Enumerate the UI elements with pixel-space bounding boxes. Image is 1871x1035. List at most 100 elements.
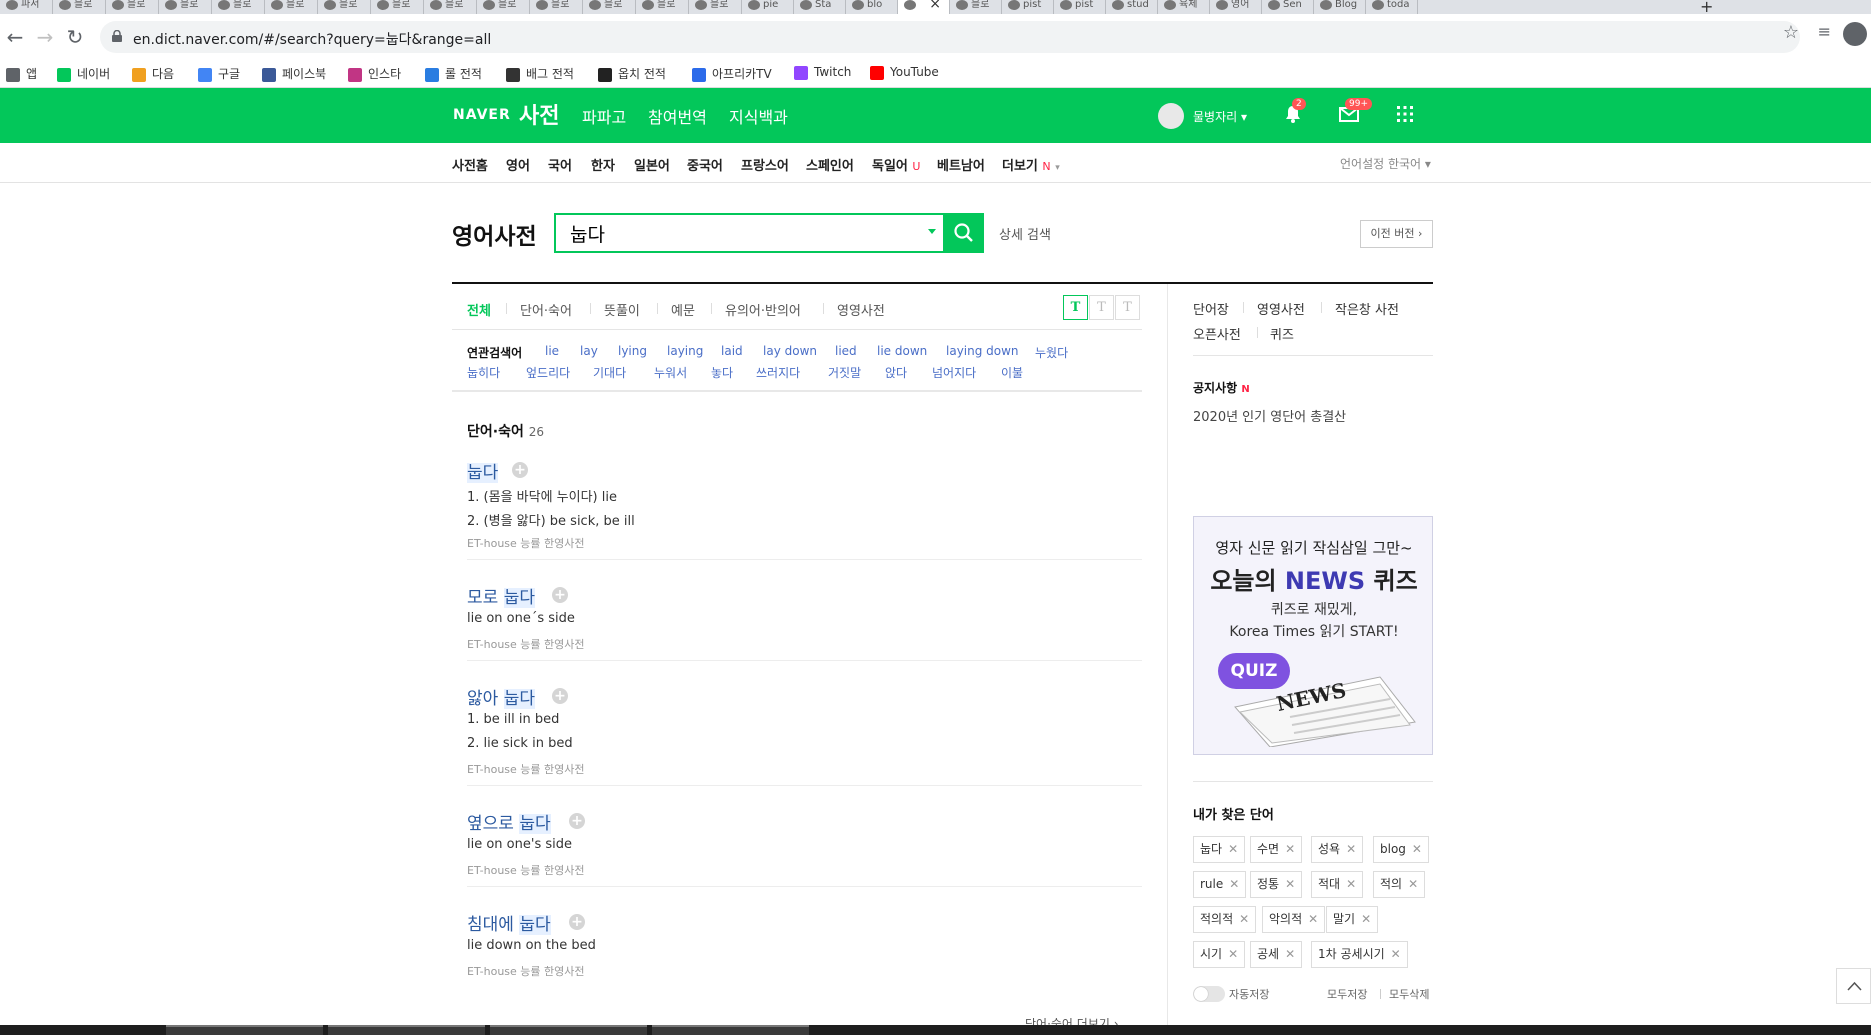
recent-word-chip[interactable]: 공세 ✕ bbox=[1250, 941, 1303, 968]
bookmark-item[interactable]: Twitch bbox=[794, 65, 851, 80]
link-mini-dict[interactable]: 작은창 사전 bbox=[1335, 299, 1399, 318]
recent-word-chip[interactable]: 적의 ✕ bbox=[1373, 871, 1426, 898]
recent-word-chip[interactable]: 악의적 ✕ bbox=[1262, 906, 1326, 933]
lnb-home[interactable]: 사전홈 bbox=[452, 155, 488, 174]
address-bar[interactable]: en.dict.naver.com/#/search?query=눕다&rang… bbox=[100, 21, 1800, 53]
new-tab-icon[interactable]: + bbox=[1700, 0, 1713, 14]
close-icon[interactable]: ✕ bbox=[1361, 912, 1371, 926]
browser-tab[interactable]: 블로 bbox=[106, 0, 159, 14]
close-icon[interactable]: × bbox=[929, 0, 941, 11]
related-search-link[interactable]: laying down bbox=[946, 344, 1019, 358]
add-to-wordbook-icon[interactable]: + bbox=[552, 688, 568, 704]
dict-service-logo[interactable]: 사전 bbox=[519, 98, 559, 130]
bookmark-item[interactable]: 다음 bbox=[132, 65, 174, 82]
browser-tab[interactable]: 블로 bbox=[159, 0, 212, 14]
avatar[interactable] bbox=[1158, 103, 1184, 129]
bookmark-item[interactable]: 아프리카TV bbox=[692, 65, 772, 82]
related-search-link[interactable]: 거짓말 bbox=[828, 364, 861, 381]
auto-save-toggle[interactable] bbox=[1193, 986, 1225, 1002]
bookmark-star-icon[interactable]: ☆ bbox=[1783, 22, 1799, 43]
entry-source[interactable]: ET-house 능률 한영사전 bbox=[467, 761, 585, 777]
browser-tab[interactable]: 블로 bbox=[636, 0, 689, 14]
related-search-link[interactable]: 누웠다 bbox=[1035, 344, 1068, 361]
news-quiz-banner[interactable]: 영자 신문 읽기 작심삼일 그만~ 오늘의 NEWS 퀴즈 퀴즈로 재밌게, K… bbox=[1193, 516, 1433, 755]
close-icon[interactable]: ✕ bbox=[1285, 947, 1295, 961]
tab-meanings[interactable]: 뜻풀이 bbox=[604, 300, 640, 319]
recent-word-chip[interactable]: 적대 ✕ bbox=[1311, 871, 1364, 898]
close-icon[interactable]: ✕ bbox=[1346, 877, 1356, 891]
related-search-link[interactable]: 눕히다 bbox=[467, 364, 500, 381]
browser-tab[interactable]: 블로 bbox=[318, 0, 371, 14]
related-search-link[interactable]: lie down bbox=[877, 344, 927, 358]
browser-tab[interactable]: 블로 bbox=[689, 0, 742, 14]
search-input[interactable] bbox=[570, 221, 910, 245]
add-to-wordbook-icon[interactable]: + bbox=[569, 813, 585, 829]
related-search-link[interactable]: 이불 bbox=[1001, 364, 1023, 381]
browser-tab[interactable]: 블로 bbox=[265, 0, 318, 14]
user-menu[interactable]: 물병자리 ▾ bbox=[1193, 108, 1247, 125]
tab-english-english[interactable]: 영영사전 bbox=[837, 300, 885, 319]
browser-tab[interactable]: 블로 bbox=[950, 0, 1002, 14]
add-to-wordbook-icon[interactable]: + bbox=[569, 914, 585, 930]
close-icon[interactable]: ✕ bbox=[1228, 947, 1238, 961]
tab-all[interactable]: 전체 bbox=[467, 300, 491, 319]
browser-tab[interactable]: × bbox=[898, 0, 950, 14]
tab-words-idioms[interactable]: 단어·숙어 bbox=[520, 300, 572, 319]
bookmark-item[interactable]: 배그 전적 bbox=[506, 65, 574, 82]
browser-tab[interactable]: Sen bbox=[1262, 0, 1314, 14]
back-icon[interactable]: ← bbox=[2, 24, 28, 50]
entry-source[interactable]: ET-house 능률 한영사전 bbox=[467, 535, 585, 551]
bookmark-item[interactable]: 구글 bbox=[198, 65, 240, 82]
lnb-spanish[interactable]: 스페인어 bbox=[806, 155, 854, 174]
recent-word-chip[interactable]: 눕다 ✕ bbox=[1193, 836, 1246, 863]
detail-search-link[interactable]: 상세 검색 bbox=[999, 224, 1051, 243]
close-icon[interactable]: ✕ bbox=[1239, 912, 1249, 926]
add-to-wordbook-icon[interactable]: + bbox=[552, 587, 568, 603]
link-open-dict[interactable]: 오픈사전 bbox=[1193, 324, 1241, 343]
lnb-chinese[interactable]: 중국어 bbox=[687, 155, 723, 174]
browser-tab[interactable]: 육체 bbox=[1158, 0, 1210, 14]
close-icon[interactable]: ✕ bbox=[1285, 877, 1295, 891]
bookmark-item[interactable]: 앱 bbox=[6, 65, 37, 82]
recent-word-chip[interactable]: 1차 공세시기 ✕ bbox=[1311, 941, 1408, 968]
related-search-link[interactable]: lie bbox=[545, 344, 559, 358]
autocomplete-toggle-icon[interactable] bbox=[928, 229, 936, 234]
browser-tab[interactable]: 블로 bbox=[212, 0, 265, 14]
related-search-link[interactable]: 기대다 bbox=[593, 364, 626, 381]
prev-version-button[interactable]: 이전 버전 › bbox=[1360, 220, 1433, 248]
bookmark-item[interactable]: YouTube bbox=[870, 65, 939, 80]
text-size-small-button[interactable]: T bbox=[1115, 295, 1140, 320]
browser-tab[interactable]: blo bbox=[846, 0, 898, 14]
bookmark-item[interactable]: 인스타 bbox=[348, 65, 401, 82]
text-size-medium-button[interactable]: T bbox=[1089, 295, 1114, 320]
browser-tab[interactable]: pist bbox=[1054, 0, 1106, 14]
related-search-link[interactable]: lying bbox=[618, 344, 647, 358]
forward-icon[interactable]: → bbox=[32, 24, 58, 50]
entry-headword[interactable]: 옆으로 눕다 bbox=[467, 809, 551, 834]
entry-headword[interactable]: 침대에 눕다 bbox=[467, 910, 551, 935]
entry-headword[interactable]: 눕다 bbox=[467, 458, 499, 483]
notice-item[interactable]: 2020년 인기 영단어 총결산 bbox=[1193, 406, 1346, 425]
related-search-link[interactable]: 누워서 bbox=[654, 364, 687, 381]
lnb-more[interactable]: 더보기 N ▾ bbox=[1002, 155, 1060, 174]
bookmark-item[interactable]: 페이스북 bbox=[262, 65, 326, 82]
browser-tab[interactable]: 블로 bbox=[477, 0, 530, 14]
naver-logo[interactable]: NAVER bbox=[453, 107, 511, 123]
link-wordbook[interactable]: 단어장 bbox=[1193, 299, 1229, 318]
recent-word-chip[interactable]: 수면 ✕ bbox=[1250, 836, 1303, 863]
related-search-link[interactable]: laying bbox=[667, 344, 703, 358]
related-search-link[interactable]: 앉다 bbox=[885, 364, 907, 381]
media-control-icon[interactable]: ≡ bbox=[1818, 22, 1831, 41]
related-search-link[interactable]: 쓰러지다 bbox=[756, 364, 800, 381]
text-size-large-button[interactable]: T bbox=[1063, 295, 1088, 320]
search-button[interactable] bbox=[944, 213, 984, 253]
lnb-korean[interactable]: 국어 bbox=[548, 155, 572, 174]
recent-word-chip[interactable]: 정통 ✕ bbox=[1250, 871, 1303, 898]
language-setting[interactable]: 언어설정 한국어 ▾ bbox=[1340, 155, 1431, 172]
apps-grid-icon[interactable] bbox=[1394, 103, 1416, 125]
bookmark-item[interactable]: 옵치 전적 bbox=[598, 65, 666, 82]
entry-source[interactable]: ET-house 능률 한영사전 bbox=[467, 862, 585, 878]
recent-word-chip[interactable]: 적의적 ✕ bbox=[1193, 906, 1257, 933]
nav-encyclopedia[interactable]: 지식백과 bbox=[729, 104, 788, 128]
taskbar-item[interactable] bbox=[166, 1025, 323, 1035]
